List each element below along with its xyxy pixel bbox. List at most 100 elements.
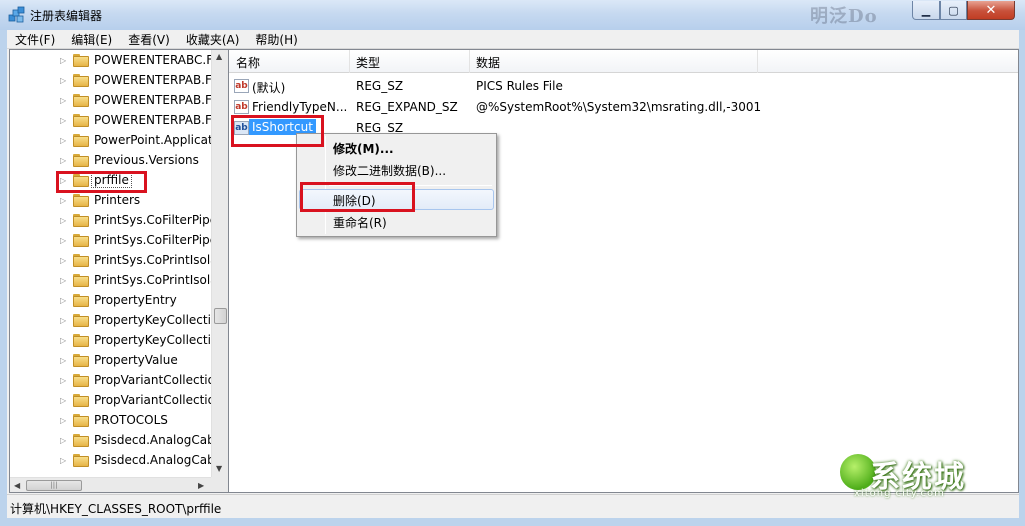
tree-item[interactable]: ▷ PropertyValue [10, 351, 210, 371]
tree-item[interactable]: ▷ PrintSys.CoFilterPipe [10, 211, 217, 231]
expand-arrow-icon[interactable]: ▷ [60, 76, 68, 85]
scroll-up-icon[interactable]: ▲ [216, 52, 222, 61]
tree-item-label: PROTOCOLS [94, 413, 168, 427]
value-data: PICS Rules File [476, 79, 563, 93]
close-button[interactable]: ✕ [967, 1, 1015, 20]
tree-scroll-thumb[interactable] [214, 308, 227, 324]
tree-item[interactable]: ▷ POWERENTERPAB.F [10, 111, 212, 131]
tree-item[interactable]: ▷ POWERENTERPAB.F [10, 71, 212, 91]
expand-arrow-icon[interactable]: ▷ [60, 456, 68, 465]
menu-bar: 文件(F) 编辑(E) 查看(V) 收藏夹(A) 帮助(H) [7, 30, 1019, 49]
tree-vertical-scrollbar[interactable]: ▲ ▼ [211, 50, 228, 477]
expand-arrow-icon[interactable]: ▷ [60, 216, 68, 225]
tree-horizontal-scrollbar[interactable]: ◀ ||| ▶ [10, 477, 211, 492]
tree-item[interactable]: ▷ Printers [10, 191, 210, 211]
expand-arrow-icon[interactable]: ▷ [60, 436, 68, 445]
tree-item[interactable]: ▷ PrintSys.CoPrintIsola [10, 271, 218, 291]
expand-arrow-icon[interactable]: ▷ [60, 416, 68, 425]
expand-arrow-icon[interactable]: ▷ [60, 316, 68, 325]
menu-item-modify[interactable]: 修改(M)... [299, 137, 494, 158]
expand-arrow-icon[interactable]: ▷ [60, 396, 68, 405]
tree-item[interactable]: ▷ Psisdecd.AnalogCab [10, 451, 215, 471]
list-row[interactable]: ab FriendlyTypeN... REG_EXPAND_SZ @%Syst… [229, 97, 1018, 118]
expand-arrow-icon[interactable]: ▷ [60, 156, 68, 165]
column-separator[interactable] [757, 50, 758, 73]
menu-item-label: 修改二进制数据(B)... [333, 164, 447, 178]
tree-item[interactable]: ▷ PowerPoint.Applicat [10, 131, 213, 151]
menu-item-modify-binary[interactable]: 修改二进制数据(B)... [299, 159, 494, 180]
annotation-box-delete [300, 182, 415, 212]
scroll-left-icon[interactable]: ◀ [14, 481, 20, 490]
folder-icon [73, 334, 89, 347]
value-data: @%SystemRoot%\System32\msrating.dll,-300… [476, 100, 762, 114]
scroll-right-icon[interactable]: ▶ [198, 481, 204, 490]
folder-icon [73, 234, 89, 247]
expand-arrow-icon[interactable]: ▷ [60, 276, 68, 285]
expand-arrow-icon[interactable]: ▷ [60, 296, 68, 305]
expand-arrow-icon[interactable]: ▷ [60, 196, 68, 205]
folder-icon [73, 314, 89, 327]
expand-arrow-icon[interactable]: ▷ [60, 376, 68, 385]
window-title: 注册表编辑器 [30, 9, 103, 23]
column-header-data[interactable]: 数据 [476, 54, 500, 71]
menu-item-label: 重命名(R) [333, 216, 387, 230]
menu-file[interactable]: 文件(F) [7, 31, 63, 48]
scroll-corner [211, 477, 228, 492]
value-list[interactable]: 名称 类型 数据 ab (默认) REG_SZ PICS Rules File … [228, 49, 1019, 493]
menu-view[interactable]: 查看(V) [120, 31, 178, 48]
tree-item-label: PropertyValue [94, 353, 178, 367]
expand-arrow-icon[interactable]: ▷ [60, 56, 68, 65]
tree-item[interactable]: ▷ PropertyEntry [10, 291, 210, 311]
column-separator[interactable] [469, 50, 470, 73]
scroll-down-icon[interactable]: ▼ [216, 464, 222, 473]
folder-icon [73, 214, 89, 227]
tree-item[interactable]: ▷ Previous.Versions [10, 151, 210, 171]
list-row[interactable]: ab (默认) REG_SZ PICS Rules File [229, 76, 1018, 97]
tree-item-label: Printers [94, 193, 141, 207]
folder-icon [73, 254, 89, 267]
title-bar: 注册表编辑器 明泛Do ▁ ▢ ✕ [0, 0, 1025, 30]
expand-arrow-icon[interactable]: ▷ [60, 356, 68, 365]
folder-icon [73, 194, 89, 207]
tree-item[interactable]: ▷ POWERENTERABC.F [10, 51, 213, 71]
tree-item[interactable]: ▷ Psisdecd.AnalogCab [10, 431, 215, 451]
expand-arrow-icon[interactable]: ▷ [60, 236, 68, 245]
menu-favorites[interactable]: 收藏夹(A) [178, 31, 248, 48]
tree-item-label: POWERENTERPAB.F [94, 113, 212, 127]
tree-item-label: PrintSys.CoPrintIsola [94, 253, 218, 267]
menu-help[interactable]: 帮助(H) [247, 31, 305, 48]
tree-item[interactable]: ▷ PropVariantCollectio [10, 391, 215, 411]
tree-item-label: PropVariantCollectio [94, 373, 215, 387]
tree-item[interactable]: ▷ PropertyKeyCollecti [10, 331, 211, 351]
menu-edit[interactable]: 编辑(E) [63, 31, 120, 48]
minimize-button[interactable]: ▁ [912, 1, 940, 20]
menu-item-rename[interactable]: 重命名(R) [299, 211, 494, 232]
tree-item-label: PropVariantCollectio [94, 393, 215, 407]
tree-item[interactable]: ▷ PROTOCOLS [10, 411, 210, 431]
tree-item[interactable]: ▷ PropertyKeyCollecti [10, 311, 211, 331]
tree-item[interactable]: ▷ PrintSys.CoPrintIsola [10, 251, 218, 271]
value-type: REG_SZ [356, 79, 404, 93]
column-header-name[interactable]: 名称 [236, 54, 260, 71]
expand-arrow-icon[interactable]: ▷ [60, 116, 68, 125]
annotation-box-value [231, 115, 324, 147]
folder-icon [73, 394, 89, 407]
expand-arrow-icon[interactable]: ▷ [60, 96, 68, 105]
close-icon: ✕ [985, 2, 997, 18]
folder-icon [73, 434, 89, 447]
tree-item[interactable]: ▷ POWERENTERPAB.F [10, 91, 212, 111]
expand-arrow-icon[interactable]: ▷ [60, 136, 68, 145]
tree-item[interactable]: ▷ PrintSys.CoFilterPipe [10, 231, 217, 251]
value-type: REG_EXPAND_SZ [356, 100, 458, 114]
expand-arrow-icon[interactable]: ▷ [60, 256, 68, 265]
column-header-type[interactable]: 类型 [356, 54, 380, 71]
key-tree[interactable]: ▷ POWERENTERABC.F ▷ POWERENTERPAB.F ▷ POWEREN… [9, 49, 229, 493]
tree-item[interactable]: ▷ PropVariantCollectio [10, 371, 215, 391]
expand-arrow-icon[interactable]: ▷ [60, 336, 68, 345]
maximize-button[interactable]: ▢ [940, 1, 967, 20]
folder-icon [73, 454, 89, 467]
column-separator[interactable] [349, 50, 350, 73]
maximize-icon: ▢ [948, 3, 959, 17]
tree-hscroll-thumb[interactable]: ||| [26, 480, 82, 491]
site-watermark: 系统城 xitong city.com [838, 450, 988, 502]
